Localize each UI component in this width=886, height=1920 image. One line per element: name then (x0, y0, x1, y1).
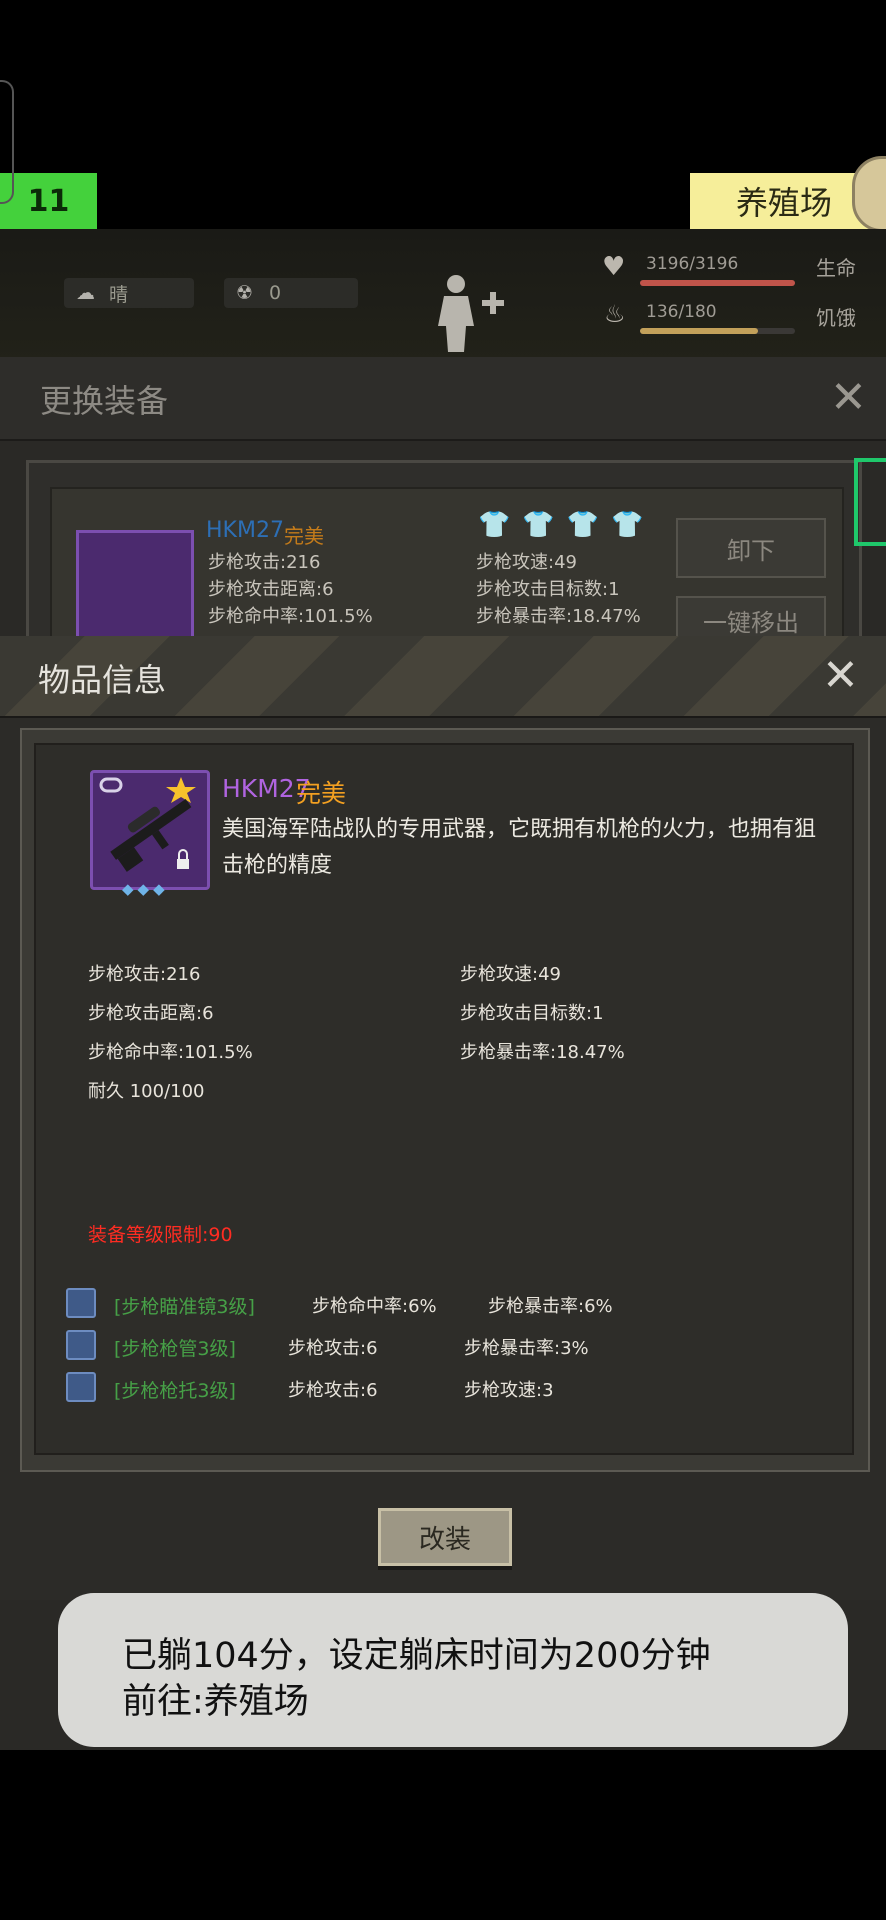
item-stat: 步枪攻击目标数:1 (460, 1003, 604, 1024)
equipped-item-grade: 完美 (284, 524, 324, 548)
hunger-bar (640, 328, 795, 334)
hunger-icon: ♨ (604, 300, 626, 328)
health-icon: ♥ (602, 252, 626, 282)
equipped-stat: 步枪攻击目标数:1 (476, 579, 620, 600)
side-handle[interactable] (0, 80, 14, 204)
item-stat: 步枪命中率:101.5% (88, 1042, 253, 1063)
rifle-icon (99, 777, 196, 872)
mod-stat: 步枪暴击率:6% (488, 1296, 613, 1317)
radiation-icon: ☢ (236, 282, 254, 304)
equipped-item-name: HKM27 (206, 518, 284, 543)
shirt-slot-icons: 👕👕👕👕 (478, 510, 656, 540)
durability: 耐久 100/100 (88, 1081, 205, 1102)
equipped-stat: 步枪暴击率:18.47% (476, 606, 641, 627)
radiation-pill: ☢ 0 (224, 278, 358, 308)
item-grade: 完美 (296, 779, 347, 808)
health-bar-fill (640, 280, 795, 286)
mod-name: [步枪枪管3级] (114, 1338, 236, 1360)
item-stat: 步枪攻击距离:6 (88, 1003, 214, 1024)
close-icon[interactable]: ✕ (822, 654, 859, 698)
mod-stat: 步枪暴击率:3% (464, 1338, 589, 1359)
close-icon[interactable]: ✕ (830, 376, 867, 420)
hunger-value: 136/180 (646, 302, 717, 322)
level-requirement: 装备等级限制:90 (88, 1224, 233, 1246)
weather-pill: ☁ 晴 (64, 278, 194, 308)
mod-stat: 步枪命中率:6% (312, 1296, 437, 1317)
refit-button[interactable]: 改装 (378, 1508, 512, 1566)
change-equipment-title: 更换装备 (40, 382, 169, 420)
item-stat: 步枪攻击:216 (88, 964, 201, 985)
item-description: 美国海军陆战队的专用武器，它既拥有机枪的火力，也拥有狙击枪的精度 (222, 817, 817, 878)
item-stat: 步枪攻速:49 (460, 964, 561, 985)
equipped-item-icon[interactable] (76, 530, 194, 640)
equipped-stat: 步枪攻速:49 (476, 552, 577, 573)
health-label: 生命 (816, 256, 856, 280)
body-status-icon[interactable] (430, 272, 520, 352)
toast-line-2: 前往:养殖场 (122, 1682, 309, 1722)
mod-name: [步枪瞄准镜3级] (114, 1296, 255, 1318)
item-icon (90, 770, 210, 890)
mod-stat: 步枪攻速:3 (464, 1380, 554, 1401)
toast-line-1: 已躺104分，设定躺床时间为200分钟 (122, 1636, 711, 1676)
radiation-value: 0 (269, 282, 282, 304)
stock-icon (66, 1372, 96, 1402)
green-frame-icon (854, 458, 886, 546)
mod-name: [步枪枪托3级] (114, 1380, 236, 1402)
barrel-icon (66, 1330, 96, 1360)
mod-stat: 步枪攻击:6 (288, 1338, 378, 1359)
health-value: 3196/3196 (646, 254, 739, 274)
scope-icon (66, 1288, 96, 1318)
item-quality-gems: ◆◆◆ (122, 880, 169, 898)
item-stat: 步枪暴击率:18.47% (460, 1042, 625, 1063)
hunger-bar-fill (640, 328, 758, 334)
equipped-stat: 步枪攻击距离:6 (208, 579, 334, 600)
weather-text: 晴 (109, 283, 129, 306)
hunger-label: 饥饿 (816, 306, 856, 330)
equipped-stat: 步枪攻击:216 (208, 552, 321, 573)
item-info-title: 物品信息 (38, 661, 167, 699)
mod-stat: 步枪攻击:6 (288, 1380, 378, 1401)
health-bar (640, 280, 795, 286)
unequip-button[interactable]: 卸下 (676, 518, 826, 578)
equipped-stat: 步枪命中率:101.5% (208, 606, 373, 627)
weather-icon: ☁ (76, 282, 95, 304)
day-counter-badge: 11 (0, 173, 97, 229)
